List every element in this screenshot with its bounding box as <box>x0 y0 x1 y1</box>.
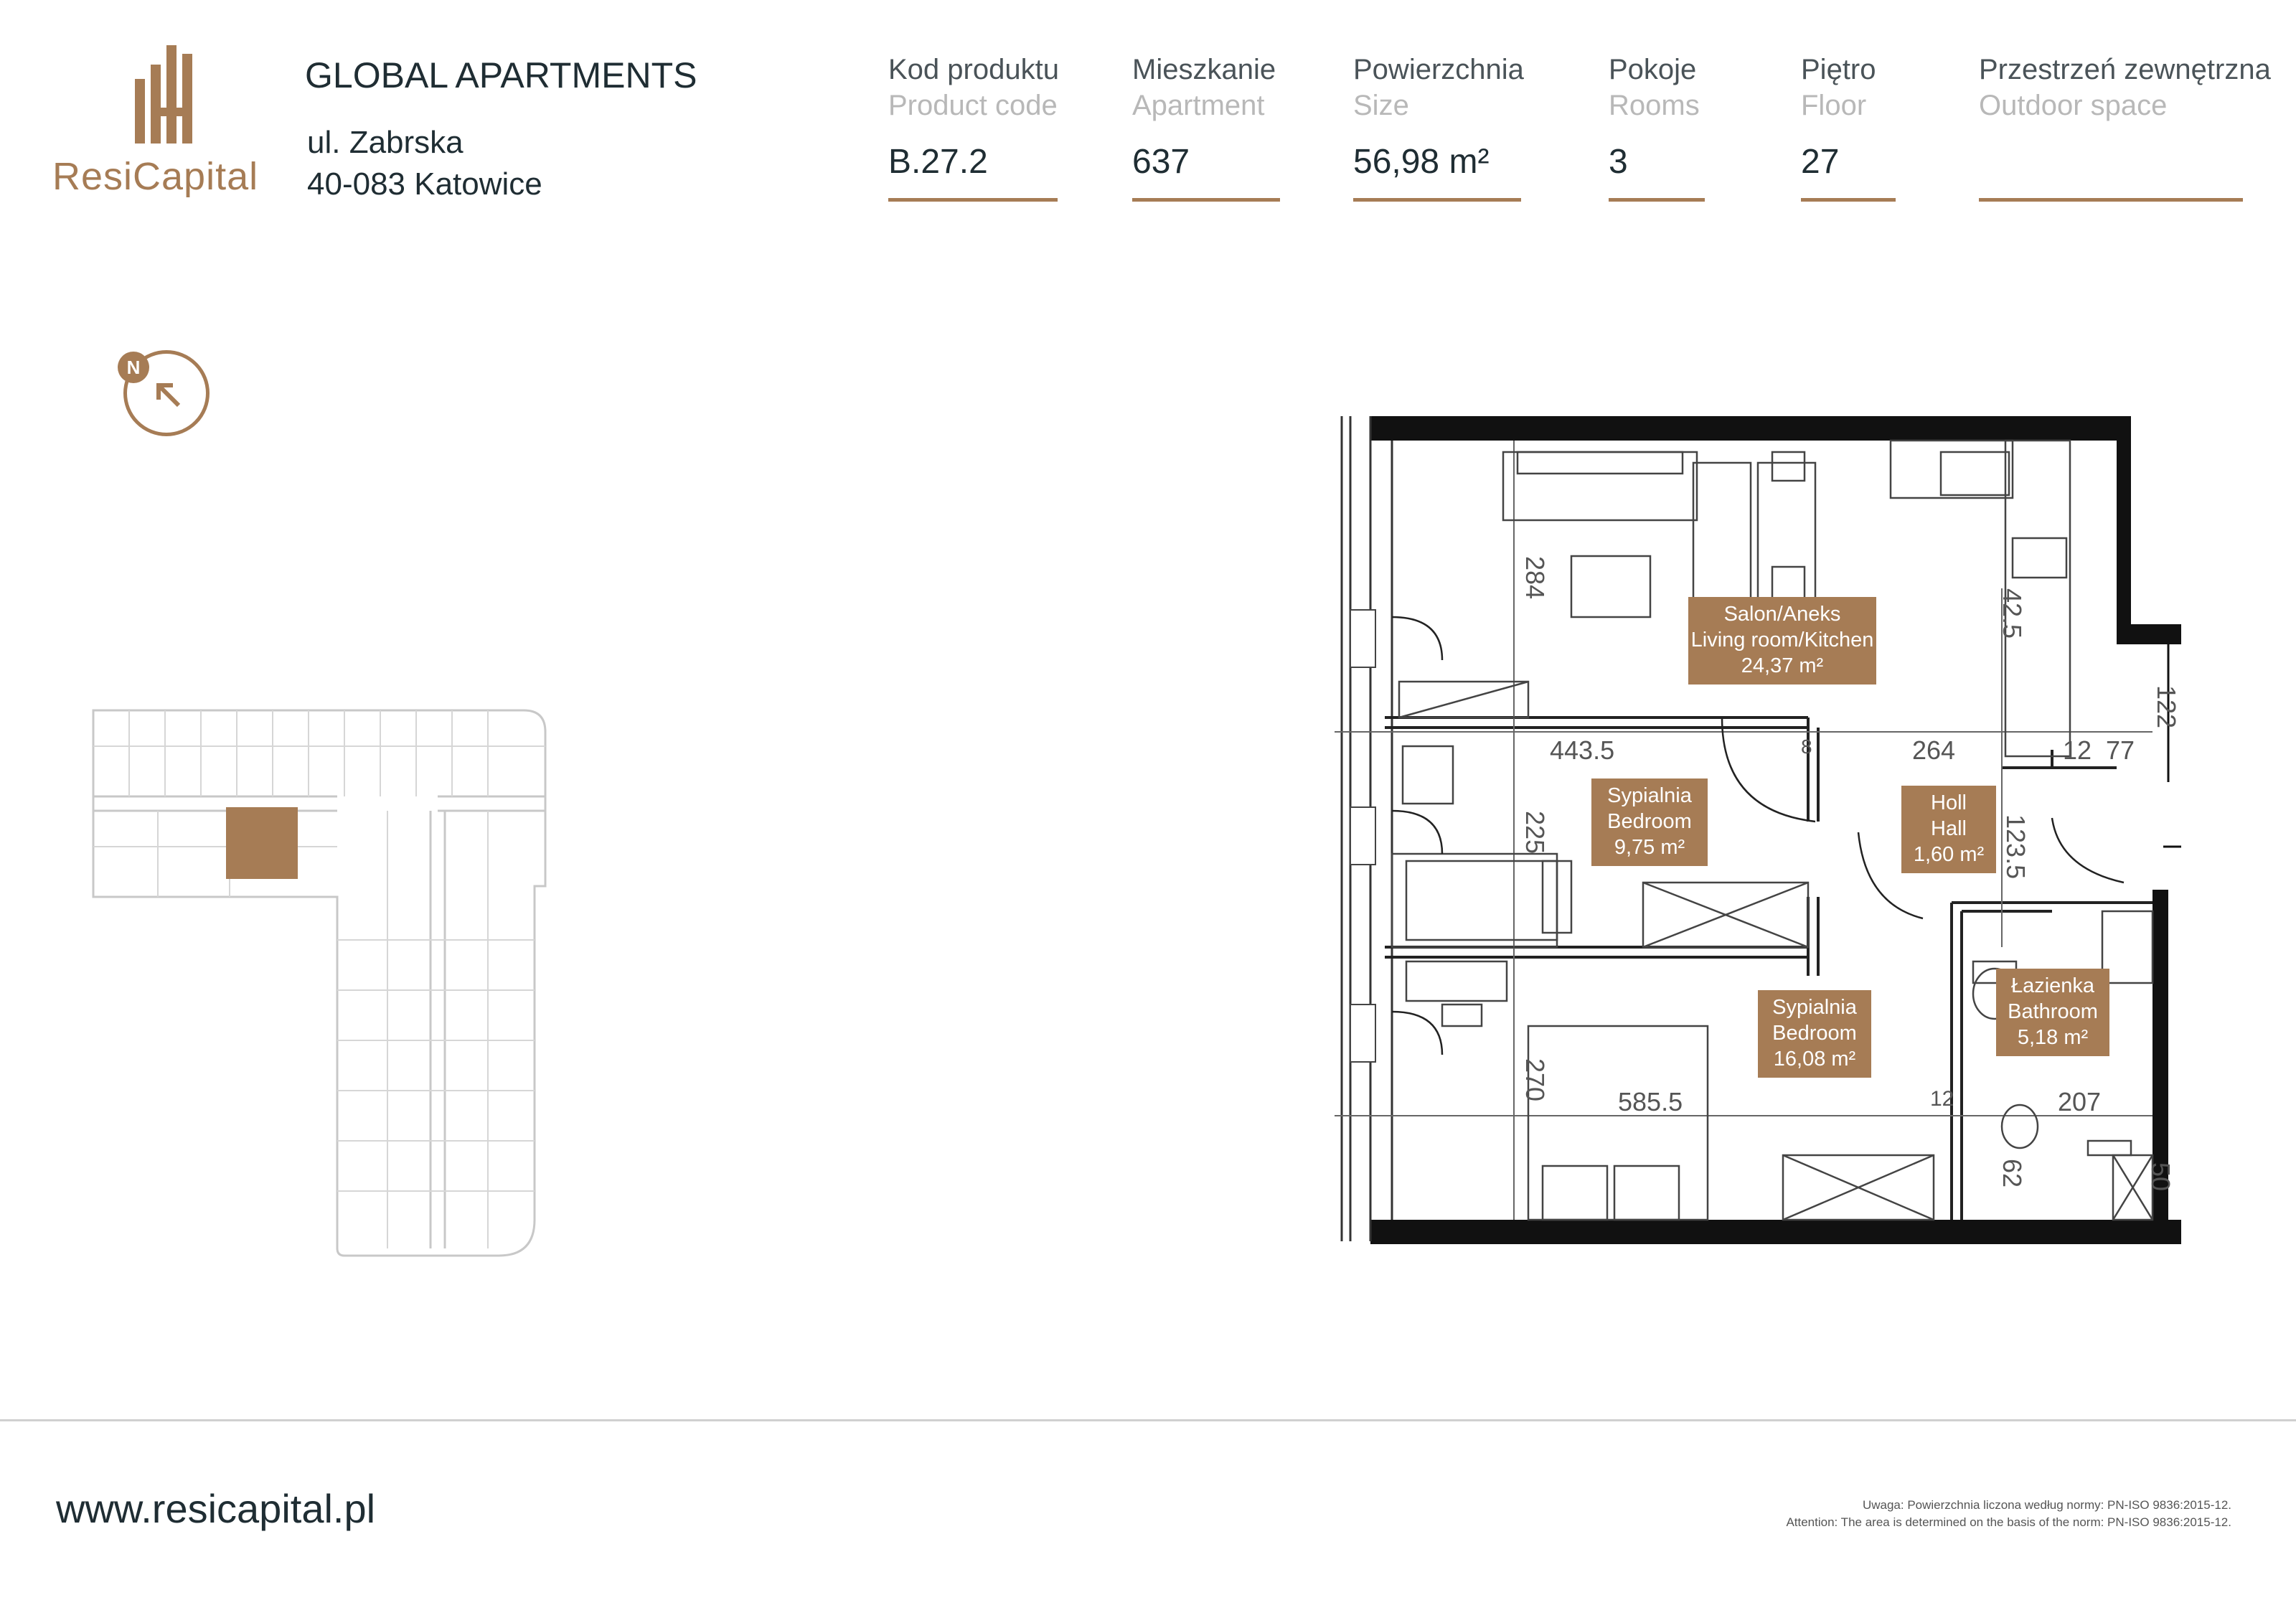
brand-name: ResiCapital <box>52 155 259 198</box>
dimension-label: 12 <box>1930 1087 1954 1111</box>
dimension-label: 12 <box>2063 735 2092 765</box>
info-column-rooms: Pokoje Rooms 3 <box>1609 52 1709 202</box>
room-label-bathroom: Łazienka Bathroom 5,18 m² <box>1996 969 2109 1056</box>
column-sublabel: Product code <box>888 90 1058 121</box>
website-link[interactable]: www.resicapital.pl <box>56 1485 375 1532</box>
column-label: Przestrzeń zewnętrzna <box>1979 54 2271 85</box>
info-column-code: Kod produktu Product code B.27.2 <box>888 52 1060 202</box>
column-label: Piętro <box>1801 54 1876 85</box>
info-column-size: Powierzchnia Size 56,98 m² <box>1353 52 1525 202</box>
column-value: 27 <box>1801 143 1840 181</box>
dimension-label: 264 <box>1912 735 1956 765</box>
room-label-bedroom-small: Sypialnia Bedroom 9,75 m² <box>1591 778 1708 866</box>
column-value <box>1979 142 2252 182</box>
column-underline <box>888 198 1058 202</box>
room-label-living-room: Salon/Aneks Living room/Kitchen 24,37 m² <box>1688 597 1876 685</box>
column-label: Powierzchnia <box>1353 54 1524 85</box>
column-value: 3 <box>1609 143 1628 181</box>
footer-divider <box>0 1419 2296 1421</box>
area-note-pl: Uwaga: Powierzchnia liczona według normy… <box>1862 1498 2231 1512</box>
column-underline <box>1609 198 1705 202</box>
column-sublabel: Outdoor space <box>1979 90 2168 121</box>
area-note-en: Attention: The area is determined on the… <box>1786 1515 2231 1529</box>
floor-plan-drawing <box>1335 416 2206 1244</box>
column-sublabel: Apartment <box>1132 90 1265 121</box>
room-label-bedroom-large: Sypialnia Bedroom 16,08 m² <box>1758 990 1871 1078</box>
building-key-plan <box>86 703 560 1263</box>
dimension-label: 42.5 <box>1998 588 2027 639</box>
dimension-label: 122 <box>2152 685 2181 729</box>
floor-plan: 443.5 264 585.5 207 12 77 8 12 284 225 2… <box>1335 409 2206 1248</box>
dimension-label: 585.5 <box>1618 1087 1683 1116</box>
column-underline <box>1353 198 1521 202</box>
area-note: Uwaga: Powierzchnia liczona według normy… <box>1650 1497 2231 1531</box>
dimension-label: 8 <box>1801 735 1812 758</box>
dimension-label: 123.5 <box>2001 814 2031 880</box>
column-underline <box>1801 198 1896 202</box>
column-value: 56,98 m² <box>1353 143 1490 181</box>
info-column-outdoor: Przestrzeń zewnętrzna Outdoor space <box>1979 52 2271 202</box>
info-column-floor: Piętro Floor 27 <box>1801 52 1901 202</box>
project-city: 40-083 Katowice <box>307 166 542 202</box>
dimension-label: 77 <box>2106 735 2135 765</box>
dimension-label: 62 <box>1998 1159 2027 1188</box>
column-sublabel: Size <box>1353 90 1409 121</box>
column-value: 637 <box>1132 143 1190 181</box>
apartment-location-marker <box>226 807 298 879</box>
column-sublabel: Floor <box>1801 90 1867 121</box>
key-plan-drawing <box>92 709 547 1257</box>
logo-mark-icon <box>135 45 192 144</box>
column-underline <box>1979 198 2243 202</box>
column-sublabel: Rooms <box>1609 90 1700 121</box>
column-label: Kod produktu <box>888 54 1059 85</box>
dimension-label: 50 <box>2146 1162 2175 1192</box>
compass-north-badge: N <box>118 352 149 383</box>
column-underline <box>1132 198 1280 202</box>
dimension-label: 225 <box>1520 811 1550 855</box>
column-label: Mieszkanie <box>1132 54 1276 85</box>
column-value: B.27.2 <box>888 143 988 181</box>
column-label: Pokoje <box>1609 54 1697 85</box>
project-title: GLOBAL APARTMENTS <box>305 55 697 95</box>
dimension-label: 270 <box>1520 1058 1550 1102</box>
brand-logo: ResiCapital <box>50 39 280 212</box>
dimension-label: 207 <box>2058 1087 2102 1116</box>
project-street: ul. Zabrska <box>307 125 464 160</box>
info-column-apartment: Mieszkanie Apartment 637 <box>1132 52 1283 202</box>
dimension-label: 284 <box>1520 556 1550 600</box>
dimension-label: 443.5 <box>1550 735 1615 765</box>
room-label-hall: Holl Hall 1,60 m² <box>1901 786 1996 873</box>
